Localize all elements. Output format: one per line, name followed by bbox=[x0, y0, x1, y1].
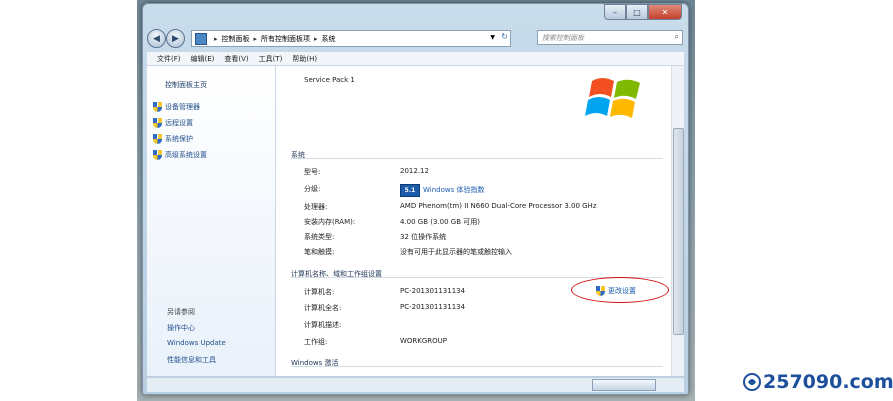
computer-description-label: 计算机描述: bbox=[304, 321, 342, 329]
menu-edit[interactable]: 编辑(E) bbox=[191, 54, 215, 64]
vertical-scrollbar[interactable] bbox=[671, 66, 684, 376]
sidebar-item-label: 设备管理器 bbox=[165, 103, 200, 111]
rating-label: 分级: bbox=[304, 185, 321, 193]
computer-name-value: PC-201301131134 bbox=[400, 287, 466, 295]
processor-value: AMD Phenom(tm) II N660 Dual-Core Process… bbox=[400, 202, 597, 210]
search-input[interactable]: 搜索控制面板 ⌕ bbox=[537, 30, 683, 45]
swirl-logo-icon bbox=[743, 373, 761, 391]
menu-bar: 文件(F) 编辑(E) 查看(V) 工具(T) 帮助(H) bbox=[147, 52, 684, 66]
full-computer-name-value: PC-201301131134 bbox=[400, 303, 466, 311]
system-window: – □ ✕ ◀ ▶ ▸ 控制面板 ▸ 所有控制面板项 ▸ 系统 ▼ ↻ 搜索控制… bbox=[142, 3, 689, 395]
menu-file[interactable]: 文件(F) bbox=[157, 54, 181, 64]
service-pack-label: Service Pack 1 bbox=[304, 76, 355, 84]
processor-label: 处理器: bbox=[304, 203, 328, 211]
shield-icon bbox=[153, 150, 162, 160]
system-type-value: 32 位操作系统 bbox=[400, 233, 447, 241]
ram-label: 安装内存(RAM): bbox=[304, 218, 356, 226]
workgroup-label: 工作组: bbox=[304, 338, 328, 346]
chevron-right-icon: ▸ bbox=[314, 34, 318, 43]
sidebar-item-remote-settings[interactable]: 远程设置 bbox=[153, 118, 193, 128]
workgroup-value: WORKGROUP bbox=[400, 337, 448, 345]
shield-icon bbox=[153, 134, 162, 144]
see-also-title: 另请参阅 bbox=[167, 308, 195, 316]
wex-score-badge: 5.1 bbox=[400, 184, 420, 197]
sidebar-item-device-manager[interactable]: 设备管理器 bbox=[153, 102, 200, 112]
menu-tools[interactable]: 工具(T) bbox=[259, 54, 283, 64]
scrollbar-thumb[interactable] bbox=[673, 128, 684, 335]
control-panel-icon bbox=[195, 32, 207, 45]
windows-logo bbox=[580, 71, 652, 127]
sidebar-item-system-protection[interactable]: 系统保护 bbox=[153, 134, 193, 144]
back-arrow-icon[interactable]: ◀ bbox=[147, 29, 166, 48]
close-button[interactable]: ✕ bbox=[648, 4, 682, 20]
system-type-label: 系统类型: bbox=[304, 233, 335, 241]
search-placeholder: 搜索控制面板 bbox=[542, 33, 584, 42]
section-divider bbox=[291, 366, 663, 367]
menu-help[interactable]: 帮助(H) bbox=[292, 54, 317, 64]
breadcrumb-item[interactable]: 系统 bbox=[322, 34, 336, 44]
pen-touch-label: 笔和触摸: bbox=[304, 248, 335, 256]
window-controls: – □ ✕ bbox=[604, 4, 682, 20]
shield-icon bbox=[596, 286, 605, 296]
status-bar-button[interactable] bbox=[592, 379, 656, 391]
menu-view[interactable]: 查看(V) bbox=[224, 54, 248, 64]
site-watermark: 257090.com bbox=[743, 371, 893, 393]
address-row: ◀ ▶ ▸ 控制面板 ▸ 所有控制面板项 ▸ 系统 ▼ ↻ 搜索控制面板 ⌕ bbox=[147, 29, 684, 49]
main-content: Service Pack 1 系统 型号: 2012.12 分级: 5.1 Wi… bbox=[276, 66, 671, 376]
sidebar-item-label: 系统保护 bbox=[165, 135, 193, 143]
change-settings-link[interactable]: 更改设置 bbox=[596, 286, 636, 296]
ram-value: 4.00 GB (3.00 GB 可用) bbox=[400, 218, 480, 226]
action-center-link[interactable]: 操作中心 bbox=[167, 323, 195, 333]
performance-tools-link[interactable]: 性能信息和工具 bbox=[167, 355, 216, 365]
windows-update-link[interactable]: Windows Update bbox=[167, 339, 226, 347]
screenshot-frame: – □ ✕ ◀ ▶ ▸ 控制面板 ▸ 所有控制面板项 ▸ 系统 ▼ ↻ 搜索控制… bbox=[137, 0, 695, 401]
section-divider bbox=[291, 158, 663, 159]
status-bar bbox=[147, 377, 684, 392]
pen-touch-value: 没有可用于此显示器的笔或触控输入 bbox=[400, 248, 512, 256]
chevron-right-icon: ▸ bbox=[214, 34, 218, 43]
search-icon[interactable]: ⌕ bbox=[675, 32, 679, 42]
chevron-down-icon[interactable]: ▼ bbox=[490, 34, 495, 41]
maximize-button[interactable]: □ bbox=[626, 4, 648, 20]
wex-link[interactable]: Windows 体验指数 bbox=[423, 185, 484, 195]
watermark-text: 257090.com bbox=[763, 371, 893, 393]
minimize-button[interactable]: – bbox=[604, 4, 626, 20]
computer-name-label: 计算机名: bbox=[304, 288, 335, 296]
model-label: 型号: bbox=[304, 168, 321, 176]
model-value: 2012.12 bbox=[400, 167, 429, 175]
control-panel-home-link[interactable]: 控制面板主页 bbox=[165, 80, 207, 90]
sidebar-item-label: 高级系统设置 bbox=[165, 151, 207, 159]
refresh-icon[interactable]: ↻ bbox=[501, 32, 508, 41]
breadcrumb-item[interactable]: 控制面板 bbox=[222, 34, 250, 44]
forward-arrow-icon[interactable]: ▶ bbox=[166, 29, 185, 48]
change-settings-label: 更改设置 bbox=[608, 287, 636, 295]
sidebar-item-label: 远程设置 bbox=[165, 119, 193, 127]
shield-icon bbox=[153, 118, 162, 128]
breadcrumb-item[interactable]: 所有控制面板项 bbox=[261, 34, 310, 44]
address-bar[interactable]: ▸ 控制面板 ▸ 所有控制面板项 ▸ 系统 ▼ ↻ bbox=[191, 30, 511, 47]
full-computer-name-label: 计算机全名: bbox=[304, 304, 342, 312]
chevron-right-icon: ▸ bbox=[253, 34, 258, 43]
sidebar: 控制面板主页 设备管理器 远程设置 系统保护 高级系统设置 另请参阅 操作中心 … bbox=[147, 66, 276, 376]
shield-icon bbox=[153, 102, 162, 112]
sidebar-item-advanced-settings[interactable]: 高级系统设置 bbox=[153, 150, 207, 160]
